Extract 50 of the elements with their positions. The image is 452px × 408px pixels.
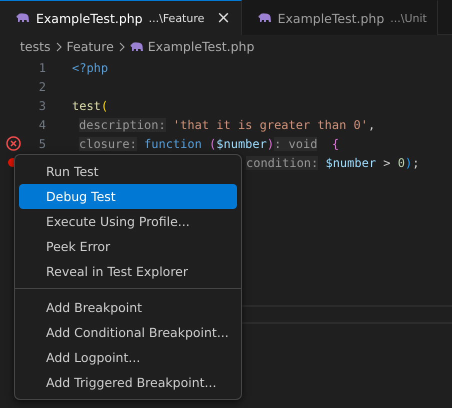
line-number: 3 (38, 98, 46, 112)
code-token: 'that it is greater than 0' (172, 118, 368, 132)
elephant-icon (16, 13, 30, 23)
code-token: ( (100, 98, 108, 112)
menu-item[interactable]: Execute Using Profile... (19, 209, 237, 234)
close-icon[interactable]: × (216, 8, 231, 28)
code-token: $number (216, 136, 267, 150)
code-token: function (144, 136, 202, 150)
code-token: ) (404, 156, 412, 170)
code-token: ( (209, 136, 216, 150)
editor-tab[interactable]: ExampleTest.php ...\Feature × (0, 0, 242, 35)
code-token: 0 (398, 156, 405, 170)
error-icon[interactable] (6, 136, 21, 151)
line-number: 2 (38, 80, 46, 94)
code-token: , (368, 118, 376, 132)
menu-item[interactable]: Add Conditional Breakpoint... (19, 320, 237, 345)
code-token: description: (79, 118, 166, 132)
menu-item[interactable]: Reveal in Test Explorer (19, 259, 237, 284)
code-token: ) (266, 136, 274, 150)
menu-item[interactable]: Debug Test (19, 184, 237, 209)
chevron-icon (54, 42, 63, 52)
code-token: ; (412, 156, 420, 170)
editor-tab[interactable]: ExampleTest.php ...\Unit (242, 0, 438, 35)
menu-item[interactable]: Add Breakpoint (19, 295, 237, 320)
menu-item[interactable]: Add Triggered Breakpoint... (19, 370, 237, 395)
breakpoint-icon[interactable] (8, 158, 14, 167)
tab-path: ...\Unit (390, 12, 427, 24)
code-token: test (72, 98, 101, 112)
line-number: 5 (38, 136, 46, 150)
menu-item[interactable]: Add Logpoint... (19, 345, 237, 370)
chevron-icon (118, 42, 126, 52)
code-token: condition: (246, 156, 318, 170)
code-token: $number (325, 156, 376, 170)
elephant-icon (258, 13, 272, 23)
tab-title: ExampleTest.php (278, 10, 384, 26)
code-token: : void (274, 136, 318, 150)
breadcrumb-item[interactable]: Feature (66, 39, 114, 54)
code-token: <?php (72, 60, 108, 74)
code-token: closure: (79, 136, 137, 150)
code-token: > (383, 156, 390, 170)
breadcrumb-item[interactable]: tests (20, 39, 51, 54)
breadcrumb-item[interactable]: ExampleTest.php (148, 39, 254, 54)
line-number: 1 (38, 60, 46, 74)
line-number: 4 (38, 118, 46, 132)
menu-item[interactable]: Run Test (19, 159, 237, 184)
elephant-icon (130, 42, 144, 52)
menu-item[interactable]: Peek Error (19, 234, 237, 259)
code-token: { (332, 136, 340, 150)
tab-title: ExampleTest.php (36, 10, 143, 26)
tab-path: ...\Feature (148, 12, 204, 24)
